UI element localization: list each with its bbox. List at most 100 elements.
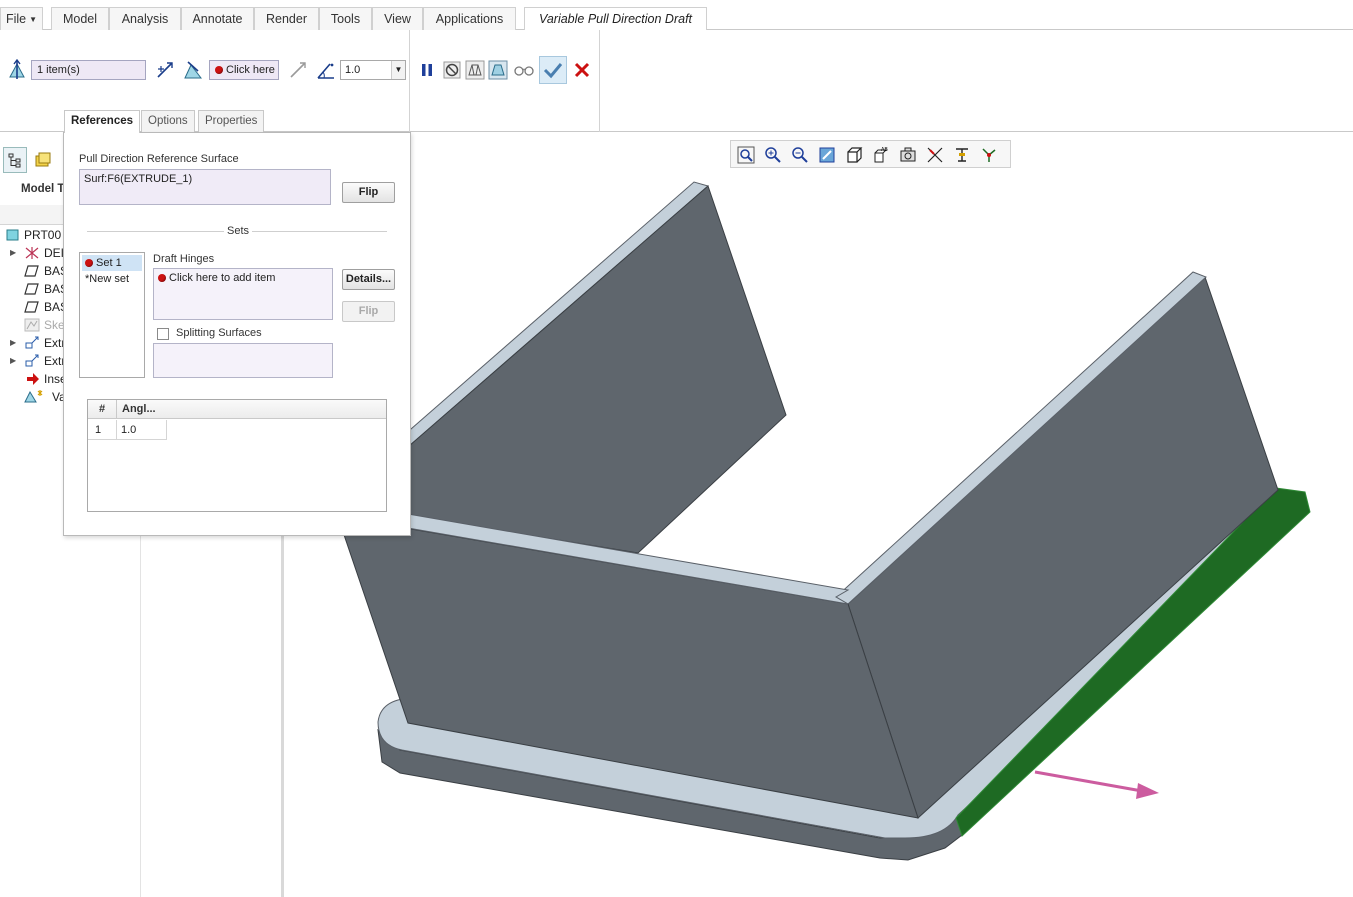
tab-annotate[interactable]: Annotate bbox=[181, 7, 254, 30]
flip-hinge-button[interactable]: Flip bbox=[342, 301, 395, 322]
flip-pull-direction-icon[interactable] bbox=[154, 59, 176, 81]
file-menu[interactable]: File ▼ bbox=[0, 7, 43, 30]
table-cell-angle[interactable]: 1.0 bbox=[117, 420, 167, 440]
flip-button[interactable]: Flip bbox=[342, 182, 395, 203]
folder-browser-icon[interactable] bbox=[31, 147, 55, 173]
repaint-icon[interactable] bbox=[816, 144, 838, 166]
tab-applications[interactable]: Applications bbox=[423, 7, 516, 30]
annotation-display-icon[interactable] bbox=[951, 144, 973, 166]
expand-arrow-icon[interactable]: ▶ bbox=[10, 334, 16, 352]
table-cell-number: 1 bbox=[88, 420, 117, 440]
tab-model-label: Model bbox=[62, 12, 98, 26]
datum-display-icon[interactable] bbox=[924, 144, 946, 166]
angle-combo-value: 1.0 bbox=[345, 64, 361, 76]
pull-direction-label-text: Pull Direction Reference Surface bbox=[79, 153, 239, 165]
draft-hinges-label-text: Draft Hinges bbox=[153, 253, 215, 265]
draft-hinges-placeholder: Click here to add item bbox=[169, 272, 276, 284]
tab-references-label: References bbox=[71, 115, 134, 127]
required-dot-icon bbox=[158, 274, 166, 282]
draft-hinges-label: Draft Hinges bbox=[153, 253, 214, 265]
tab-tools-label: Tools bbox=[330, 12, 361, 26]
draft-hinge-icon[interactable] bbox=[182, 59, 204, 81]
table-header-angle-label: Angl... bbox=[122, 403, 156, 415]
svg-text:AB: AB bbox=[881, 147, 888, 153]
tab-view[interactable]: View bbox=[372, 7, 423, 30]
datum-plane-icon bbox=[24, 282, 40, 296]
references-panel: Pull Direction Reference Surface Surf:F6… bbox=[63, 132, 411, 536]
splitting-surfaces-label: Splitting Surfaces bbox=[176, 327, 262, 339]
tab-model[interactable]: Model bbox=[51, 7, 109, 30]
splitting-surfaces-label-text: Splitting Surfaces bbox=[176, 327, 262, 339]
sketch-icon bbox=[24, 318, 40, 332]
angle-combo[interactable]: 1.0 ▼ bbox=[340, 60, 406, 80]
flip-hinge-icon[interactable] bbox=[287, 59, 309, 81]
splitting-surfaces-checkbox[interactable] bbox=[157, 328, 169, 340]
spin-center-icon[interactable] bbox=[978, 144, 1000, 166]
tab-render-label: Render bbox=[266, 12, 307, 26]
pull-direction-label: Pull Direction Reference Surface bbox=[79, 153, 239, 165]
hinge-collector-text: Click here t bbox=[226, 64, 279, 76]
feature-preview-icon[interactable] bbox=[487, 59, 509, 81]
chevron-down-icon[interactable]: ▼ bbox=[391, 61, 405, 79]
refit-icon[interactable] bbox=[735, 144, 757, 166]
no-preview-icon[interactable] bbox=[441, 59, 463, 81]
graphics-toolbar: AB bbox=[730, 140, 1011, 168]
pull-direction-surface-value: Surf:F6(EXTRUDE_1) bbox=[84, 173, 193, 185]
tab-annotate-label: Annotate bbox=[192, 12, 243, 26]
new-set-label: *New set bbox=[85, 273, 130, 285]
cancel-button[interactable] bbox=[571, 59, 593, 81]
tree-item-label: Ske bbox=[44, 318, 65, 332]
expand-arrow-icon[interactable]: ▶ bbox=[10, 352, 16, 370]
close-icon bbox=[574, 62, 590, 78]
tab-analysis[interactable]: Analysis bbox=[109, 7, 181, 30]
new-set-list-item[interactable]: *New set bbox=[82, 271, 144, 287]
checkmark-icon bbox=[543, 63, 563, 79]
model-tree-tab-icon[interactable] bbox=[3, 147, 27, 173]
required-dot-icon bbox=[85, 259, 93, 267]
verify-glasses-icon[interactable] bbox=[513, 59, 535, 81]
details-button[interactable]: Details... bbox=[342, 269, 395, 290]
tab-properties-label: Properties bbox=[205, 115, 258, 127]
angle-table[interactable]: # Angl... 1 1.0 bbox=[87, 399, 387, 512]
zoom-out-icon[interactable] bbox=[789, 144, 811, 166]
geometry-preview-icon[interactable] bbox=[464, 59, 486, 81]
tab-properties[interactable]: Properties bbox=[198, 110, 265, 132]
table-header-angle[interactable]: Angl... bbox=[117, 400, 386, 419]
zoom-in-icon[interactable] bbox=[762, 144, 784, 166]
draft-hinges-collector[interactable]: Click here to add item bbox=[153, 268, 333, 320]
tab-tools[interactable]: Tools bbox=[319, 7, 372, 30]
coordinate-system-icon bbox=[24, 246, 40, 260]
ok-button[interactable] bbox=[539, 56, 567, 84]
pull-direction-surface-collector[interactable]: Surf:F6(EXTRUDE_1) bbox=[79, 169, 331, 205]
divider bbox=[599, 30, 600, 132]
tree-item-label: PRT00 bbox=[24, 228, 62, 242]
extrude-icon bbox=[24, 336, 40, 350]
extrude-icon bbox=[24, 354, 40, 368]
splitting-surfaces-collector[interactable] bbox=[153, 343, 333, 378]
pull-direction-icon[interactable] bbox=[6, 59, 28, 81]
chevron-down-icon: ▼ bbox=[29, 15, 38, 24]
set-list-item[interactable]: Set 1 bbox=[82, 255, 142, 271]
tab-references[interactable]: References bbox=[64, 110, 141, 133]
part-model-view[interactable] bbox=[287, 133, 1353, 897]
view-manager-icon[interactable] bbox=[897, 144, 919, 166]
display-style-icon[interactable] bbox=[843, 144, 865, 166]
expand-arrow-icon[interactable]: ▶ bbox=[10, 244, 16, 262]
angle-icon bbox=[315, 59, 337, 81]
table-cell-number-value: 1 bbox=[95, 424, 102, 436]
hinge-collector[interactable]: Click here t bbox=[209, 60, 279, 80]
required-dot-icon bbox=[215, 66, 223, 74]
tab-render[interactable]: Render bbox=[254, 7, 319, 30]
set-item-label: Set 1 bbox=[96, 257, 122, 269]
saved-orientations-icon[interactable]: AB bbox=[870, 144, 892, 166]
tab-view-label: View bbox=[384, 12, 411, 26]
pause-icon[interactable] bbox=[416, 59, 438, 81]
pull-surface-collector[interactable]: 1 item(s) bbox=[31, 60, 146, 80]
menu-bar: File ▼ Model Analysis Annotate Render Too… bbox=[0, 0, 1353, 31]
tab-variable-pull-direction-draft[interactable]: Variable Pull Direction Draft bbox=[524, 7, 707, 31]
sets-list[interactable]: Set 1 *New set bbox=[79, 252, 145, 378]
details-button-label: Details... bbox=[345, 273, 392, 285]
graphics-window[interactable] bbox=[287, 133, 1353, 897]
tab-options[interactable]: Options bbox=[141, 110, 195, 132]
tab-analysis-label: Analysis bbox=[121, 12, 169, 26]
